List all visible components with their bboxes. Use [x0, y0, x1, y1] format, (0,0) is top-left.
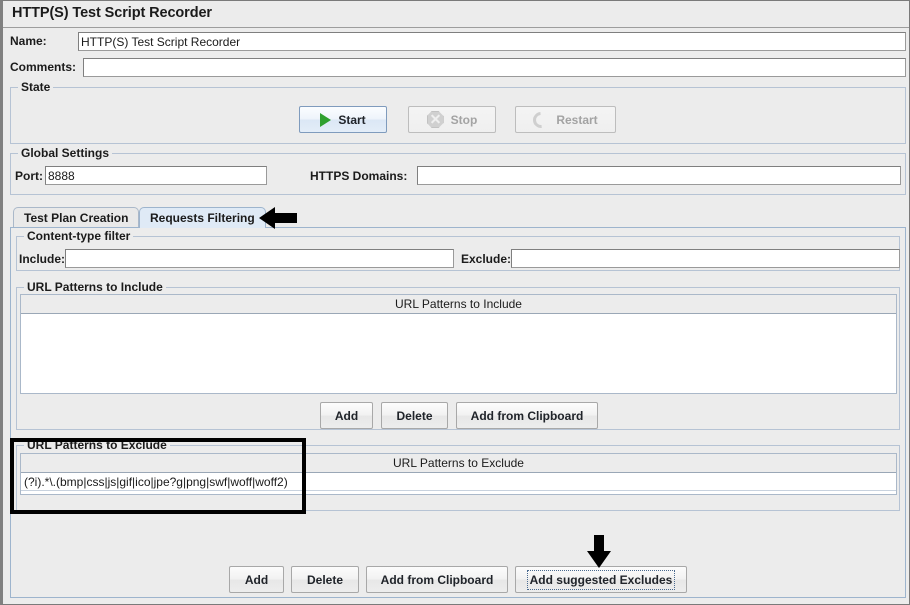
port-label: Port:	[15, 169, 43, 183]
add-suggested-excludes-button[interactable]: Add suggested Excludes	[515, 566, 687, 593]
url-include-delete-label: Delete	[396, 408, 433, 423]
state-group-title: State	[18, 80, 54, 94]
url-exclude-column-header: URL Patterns to Exclude	[393, 456, 524, 470]
tab-requests-filtering[interactable]: Requests Filtering	[139, 207, 266, 228]
restart-button-label: Restart	[556, 112, 598, 127]
url-include-add-from-clipboard-label: Add from Clipboard	[470, 408, 584, 423]
https-domains-label: HTTPS Domains:	[310, 169, 408, 183]
tab-requests-filtering-label: Requests Filtering	[150, 211, 255, 225]
url-include-add-button[interactable]: Add	[320, 402, 373, 429]
global-settings-group-title: Global Settings	[18, 146, 113, 160]
content-exclude-label: Exclude:	[461, 252, 512, 266]
http-test-script-recorder-window: HTTP(S) Test Script Recorder Name: Comme…	[0, 0, 910, 605]
comments-label: Comments:	[10, 60, 77, 74]
url-include-group-title: URL Patterns to Include	[24, 280, 166, 294]
url-exclude-add-label: Add	[244, 572, 269, 587]
comments-input[interactable]	[83, 58, 906, 77]
add-suggested-excludes-label: Add suggested Excludes	[526, 569, 676, 590]
start-button[interactable]: Start	[299, 106, 387, 133]
url-include-table-header: URL Patterns to Include	[21, 295, 896, 314]
url-include-delete-button[interactable]: Delete	[381, 402, 448, 429]
content-include-label: Include:	[19, 252, 66, 266]
https-domains-input[interactable]	[417, 166, 901, 185]
content-exclude-input[interactable]	[511, 249, 900, 268]
port-input[interactable]	[45, 166, 267, 185]
stop-button: Stop	[408, 106, 496, 133]
url-exclude-row[interactable]: (?i).*\.(bmp|css|js|gif|ico|jpe?g|png|sw…	[21, 473, 896, 491]
tab-test-plan-creation-label: Test Plan Creation	[24, 211, 129, 225]
url-exclude-add-from-clipboard-button[interactable]: Add from Clipboard	[366, 566, 508, 593]
title-bar: HTTP(S) Test Script Recorder	[3, 1, 909, 28]
restart-circular-arrow-icon	[530, 108, 553, 131]
url-exclude-group-title: URL Patterns to Exclude	[24, 438, 170, 452]
name-row: Name:	[3, 31, 909, 53]
play-icon	[320, 112, 332, 127]
name-label: Name:	[10, 34, 47, 48]
stop-button-label: Stop	[450, 112, 478, 127]
url-exclude-table[interactable]: URL Patterns to Exclude (?i).*\.(bmp|css…	[20, 453, 897, 495]
url-exclude-delete-button[interactable]: Delete	[291, 566, 359, 593]
restart-button: Restart	[515, 106, 616, 133]
page-title: HTTP(S) Test Script Recorder	[12, 5, 212, 21]
tab-test-plan-creation[interactable]: Test Plan Creation	[13, 207, 140, 228]
url-exclude-add-from-clipboard-label: Add from Clipboard	[380, 572, 494, 587]
start-button-label: Start	[338, 112, 366, 127]
url-exclude-table-body[interactable]: (?i).*\.(bmp|css|js|gif|ico|jpe?g|png|sw…	[21, 473, 896, 491]
content-include-input[interactable]	[65, 249, 454, 268]
url-exclude-delete-label: Delete	[306, 572, 344, 587]
url-include-column-header: URL Patterns to Include	[395, 297, 522, 311]
comments-row: Comments:	[3, 57, 909, 79]
url-include-add-label: Add	[334, 408, 359, 423]
url-include-add-from-clipboard-button[interactable]: Add from Clipboard	[456, 402, 598, 429]
name-input[interactable]	[78, 32, 906, 51]
url-exclude-table-header: URL Patterns to Exclude	[21, 454, 896, 473]
url-include-table[interactable]: URL Patterns to Include	[20, 294, 897, 394]
stop-octagon-icon	[426, 111, 444, 128]
content-type-filter-title: Content-type filter	[24, 229, 134, 243]
url-exclude-add-button[interactable]: Add	[229, 566, 284, 593]
